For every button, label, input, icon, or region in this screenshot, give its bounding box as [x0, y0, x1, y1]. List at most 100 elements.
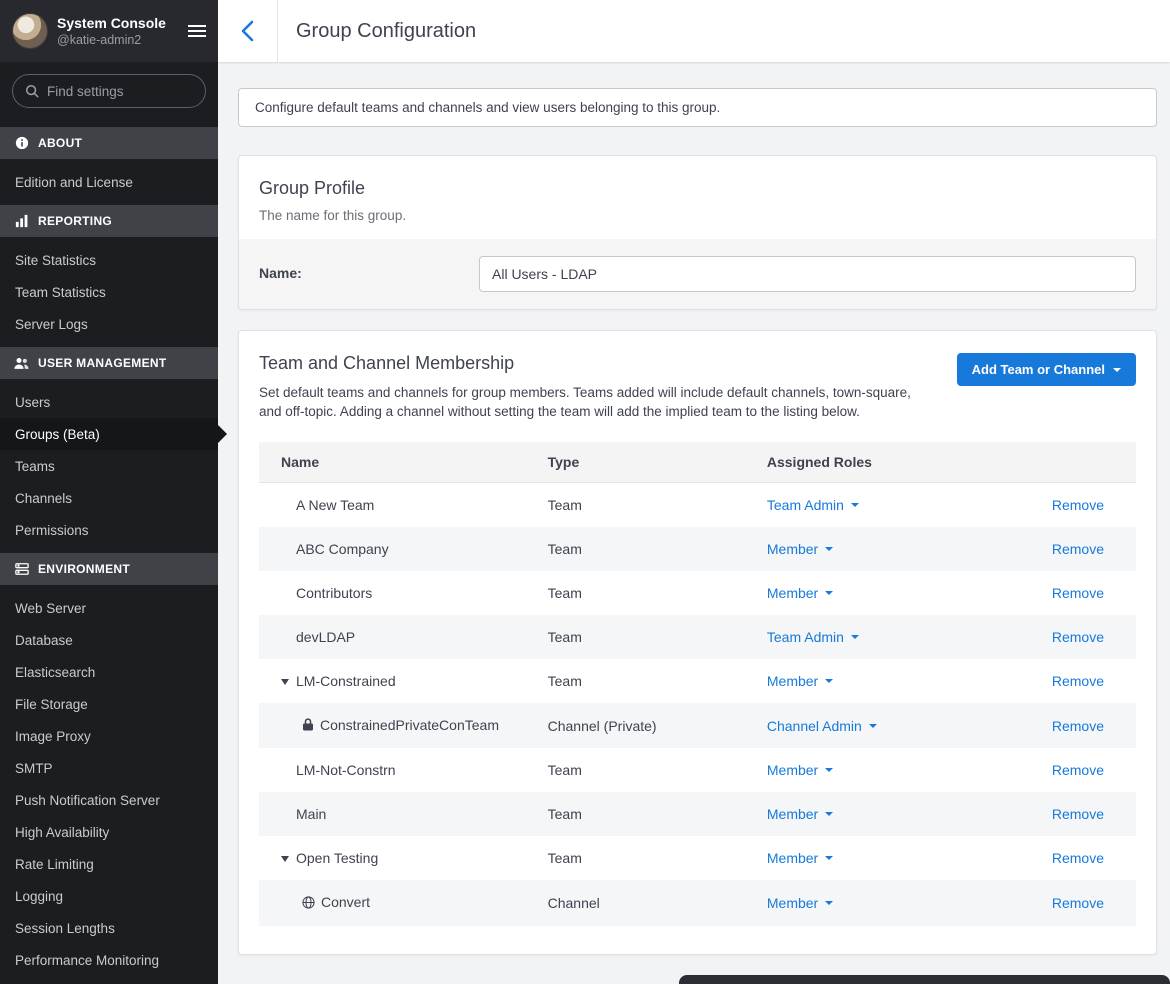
search-wrap: [0, 62, 218, 120]
row-role-cell: Member: [759, 792, 1031, 836]
collapse-caret-icon[interactable]: [281, 856, 289, 862]
row-type: Team: [540, 792, 759, 836]
main: Group Configuration Configure default te…: [218, 0, 1170, 984]
row-name-cell: LM-Constrained: [259, 659, 540, 703]
sidebar-item-file-storage[interactable]: File Storage: [0, 688, 218, 720]
sidebar-section-reporting: REPORTING: [0, 205, 218, 237]
table-row: devLDAPTeamTeam AdminRemove: [259, 615, 1136, 659]
row-role-cell: Member: [759, 571, 1031, 615]
sidebar-item-channels[interactable]: Channels: [0, 482, 218, 514]
membership-table-body: A New TeamTeamTeam AdminRemoveABC Compan…: [259, 482, 1136, 926]
remove-button[interactable]: Remove: [1052, 806, 1104, 822]
sidebar-item-push-notification-server[interactable]: Push Notification Server: [0, 784, 218, 816]
remove-button[interactable]: Remove: [1052, 585, 1104, 601]
sidebar-header: System Console @katie-admin2: [0, 0, 218, 62]
row-remove-cell: Remove: [1031, 482, 1136, 527]
remove-button[interactable]: Remove: [1052, 497, 1104, 513]
table-header-row: Name Type Assigned Roles: [259, 442, 1136, 483]
sidebar-item-groups-beta[interactable]: Groups (Beta): [0, 418, 218, 450]
row-name: LM-Not-Constrn: [296, 762, 396, 778]
row-name-cell: Contributors: [259, 571, 540, 615]
sidebar-item-web-server[interactable]: Web Server: [0, 592, 218, 624]
row-name-cell: LM-Not-Constrn: [259, 748, 540, 792]
back-button[interactable]: [218, 0, 278, 62]
row-name: Open Testing: [296, 850, 378, 866]
row-remove-cell: Remove: [1031, 615, 1136, 659]
menu-icon[interactable]: [188, 24, 206, 38]
row-name: LM-Constrained: [296, 673, 396, 689]
group-profile-card: Group Profile The name for this group. N…: [238, 155, 1157, 310]
sidebar-item-site-statistics[interactable]: Site Statistics: [0, 244, 218, 276]
sidebar-item-users[interactable]: Users: [0, 386, 218, 418]
users-icon: [14, 356, 29, 370]
sidebar-item-smtp[interactable]: SMTP: [0, 752, 218, 784]
sidebar-item-rate-limiting[interactable]: Rate Limiting: [0, 848, 218, 880]
remove-button[interactable]: Remove: [1052, 541, 1104, 557]
add-team-or-channel-button[interactable]: Add Team or Channel: [957, 353, 1136, 386]
search-input[interactable]: [47, 84, 193, 99]
content: Configure default teams and channels and…: [218, 62, 1170, 984]
sidebar-item-elasticsearch[interactable]: Elasticsearch: [0, 656, 218, 688]
sidebar-item-team-statistics[interactable]: Team Statistics: [0, 276, 218, 308]
row-name-cell: Convert: [259, 880, 540, 926]
identity: System Console @katie-admin2: [57, 14, 166, 48]
row-name-cell: ConstrainedPrivateConTeam: [259, 703, 540, 749]
sidebar-item-developer[interactable]: Developer: [0, 976, 218, 984]
group-profile-body: Name:: [239, 239, 1156, 309]
role-dropdown[interactable]: Member: [767, 541, 833, 557]
chevron-down-icon: [851, 503, 859, 507]
remove-button[interactable]: Remove: [1052, 629, 1104, 645]
sidebar-item-server-logs[interactable]: Server Logs: [0, 308, 218, 340]
role-dropdown[interactable]: Channel Admin: [767, 718, 877, 734]
role-dropdown[interactable]: Member: [767, 895, 833, 911]
row-type: Team: [540, 748, 759, 792]
row-name-cell: devLDAP: [259, 615, 540, 659]
table-row: ABC CompanyTeamMemberRemove: [259, 527, 1136, 571]
role-dropdown[interactable]: Team Admin: [767, 497, 859, 513]
column-actions: [1031, 442, 1136, 483]
group-name-input[interactable]: [479, 256, 1136, 292]
table-row: ContributorsTeamMemberRemove: [259, 571, 1136, 615]
row-name-cell: A New Team: [259, 482, 540, 527]
membership-table: Name Type Assigned Roles A New TeamTeamT…: [259, 442, 1136, 926]
search-box[interactable]: [12, 74, 206, 108]
column-type: Type: [540, 442, 759, 483]
table-row: LM-Not-Constrn Team Member Remove: [259, 748, 1136, 792]
remove-button[interactable]: Remove: [1052, 762, 1104, 778]
sidebar-item-permissions[interactable]: Permissions: [0, 514, 218, 546]
horizontal-scrollbar-thumb[interactable]: [679, 975, 1170, 984]
sidebar-item-high-availability[interactable]: High Availability: [0, 816, 218, 848]
sidebar-item-session-lengths[interactable]: Session Lengths: [0, 912, 218, 944]
remove-button[interactable]: Remove: [1052, 895, 1104, 911]
chevron-down-icon: [825, 856, 833, 860]
role-dropdown[interactable]: Member: [767, 806, 833, 822]
admin-username: @katie-admin2: [57, 32, 166, 48]
sidebar-item-logging[interactable]: Logging: [0, 880, 218, 912]
table-row: ConvertChannel Member Remove: [259, 880, 1136, 926]
sidebar-item-performance-monitoring[interactable]: Performance Monitoring: [0, 944, 218, 976]
sidebar-item-image-proxy[interactable]: Image Proxy: [0, 720, 218, 752]
role-dropdown[interactable]: Member: [767, 673, 833, 689]
row-name: Contributors: [296, 585, 372, 601]
role-dropdown[interactable]: Member: [767, 585, 833, 601]
role-dropdown[interactable]: Member: [767, 762, 833, 778]
remove-button[interactable]: Remove: [1052, 718, 1104, 734]
row-name: A New Team: [296, 497, 374, 513]
row-role-cell: Team Admin: [759, 482, 1031, 527]
avatar[interactable]: [12, 13, 48, 49]
sidebar-item-database[interactable]: Database: [0, 624, 218, 656]
chevron-down-icon: [825, 591, 833, 595]
row-type: Channel: [540, 880, 759, 926]
membership-title: Team and Channel Membership: [259, 353, 919, 374]
remove-button[interactable]: Remove: [1052, 850, 1104, 866]
sidebar-item-teams[interactable]: Teams: [0, 450, 218, 482]
chevron-down-icon: [825, 901, 833, 905]
sidebar-item-edition-and-license[interactable]: Edition and License: [0, 166, 218, 198]
role-dropdown[interactable]: Team Admin: [767, 629, 859, 645]
row-name: ConstrainedPrivateConTeam: [296, 717, 499, 733]
role-dropdown[interactable]: Member: [767, 850, 833, 866]
sidebar-nav: ABOUTEdition and LicenseREPORTINGSite St…: [0, 127, 218, 984]
remove-button[interactable]: Remove: [1052, 673, 1104, 689]
collapse-caret-icon[interactable]: [281, 679, 289, 685]
column-assigned-roles: Assigned Roles: [759, 442, 1031, 483]
